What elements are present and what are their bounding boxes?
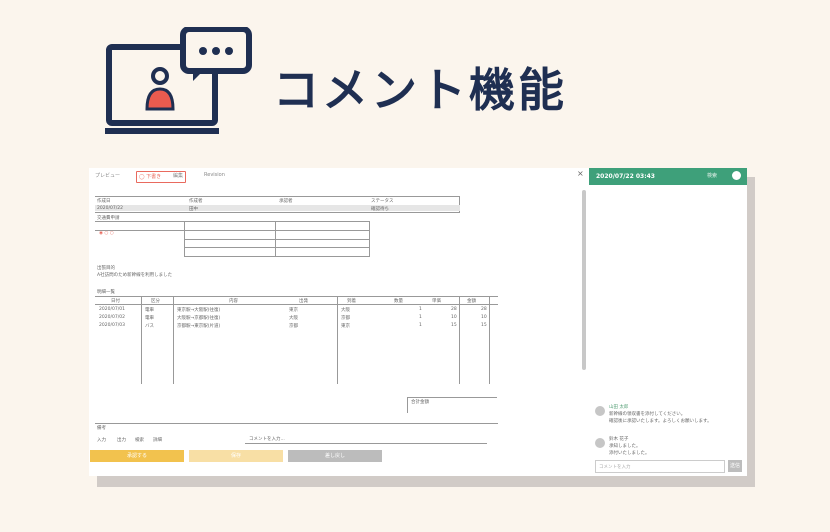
col-created: 作成日 bbox=[97, 199, 111, 204]
row1-date: 2020/07/01 bbox=[99, 307, 125, 312]
th-desc: 内容 bbox=[229, 299, 238, 304]
comment-date: 2020/07/22 03:43 bbox=[596, 173, 655, 180]
row3-price: 15 bbox=[451, 323, 457, 328]
row2-from: 大阪 bbox=[289, 316, 298, 321]
col-status: ステータス bbox=[371, 199, 394, 204]
th-date: 日付 bbox=[111, 299, 120, 304]
close-icon[interactable]: × bbox=[577, 169, 584, 178]
toggle-input[interactable]: 入力 bbox=[97, 437, 106, 443]
col-author: 作成者 bbox=[189, 199, 203, 204]
row1-kind: 電車 bbox=[145, 308, 154, 313]
purpose-label: 出張目的 bbox=[97, 266, 115, 271]
comment-line: 確認後に承認いたします。よろしくお願いします。 bbox=[609, 419, 712, 424]
laptop-user-comment-icon bbox=[105, 27, 252, 134]
row1-price: 28 bbox=[451, 307, 457, 312]
remark-placeholder: コメントを入力... bbox=[249, 437, 285, 442]
page-title: コメント機能 bbox=[273, 63, 567, 117]
row3-qty: 1 bbox=[419, 323, 422, 328]
save-button[interactable]: 保存 bbox=[189, 450, 283, 462]
row3-from: 京都 bbox=[289, 324, 298, 329]
approve-button[interactable]: 承認する bbox=[90, 450, 184, 462]
avatar bbox=[595, 406, 605, 416]
comment-author: 山田 太郎 bbox=[609, 405, 629, 410]
author-value: 田中 bbox=[189, 207, 198, 212]
row2-amount: 10 bbox=[481, 315, 487, 320]
send-button[interactable]: 送信 bbox=[728, 460, 742, 472]
toggle-search[interactable]: 検索 bbox=[135, 437, 144, 443]
comment-line: 新幹線の領収書を添付してください。 bbox=[609, 412, 686, 417]
comment-line: 添付いたしました。 bbox=[609, 451, 650, 456]
remark-label: 備考 bbox=[97, 426, 106, 431]
row2-desc: 大阪駅→京都駅(往復) bbox=[177, 316, 221, 321]
row3-desc: 京都駅→東京駅(片道) bbox=[177, 324, 221, 329]
row3-date: 2020/07/03 bbox=[99, 323, 125, 328]
row1-amount: 28 bbox=[481, 307, 487, 312]
comment-author: 鈴木 花子 bbox=[609, 437, 629, 442]
th-kind: 区分 bbox=[151, 299, 160, 304]
comment-line: 承知しました。 bbox=[609, 444, 641, 449]
avatar bbox=[595, 438, 605, 448]
scrollbar[interactable] bbox=[582, 190, 586, 370]
th-price: 単価 bbox=[432, 299, 441, 304]
row2-date: 2020/07/02 bbox=[99, 315, 125, 320]
hero-banner: コメント機能 bbox=[105, 27, 605, 137]
search-icon[interactable]: 検索 bbox=[707, 172, 717, 179]
row3-amount: 15 bbox=[481, 323, 487, 328]
reject-button[interactable]: 差し戻し bbox=[288, 450, 382, 462]
tab-edit[interactable]: 編集 bbox=[173, 172, 183, 179]
th-to: 到着 bbox=[347, 299, 356, 304]
status-value: 確認待ち bbox=[371, 207, 389, 212]
th-amount: 金額 bbox=[467, 299, 476, 304]
row2-to: 京都 bbox=[341, 316, 350, 321]
tab-revision[interactable]: Revision bbox=[204, 172, 225, 178]
th-from: 出発 bbox=[299, 299, 308, 304]
toggle-detail[interactable]: 詳細 bbox=[153, 437, 162, 443]
tab-draft-label: ◯ 下書き bbox=[139, 174, 162, 180]
row2-price: 10 bbox=[451, 315, 457, 320]
total-label: 合計金額 bbox=[411, 400, 429, 405]
purpose-text: A社訪問のため新幹線を利用しました bbox=[97, 273, 173, 278]
document-window: プレビュー ◯ 下書き 編集 Revision × 作成日 作成者 承認者 ステ… bbox=[89, 168, 589, 476]
th-qty: 数量 bbox=[394, 299, 403, 304]
toggle-output[interactable]: 出力 bbox=[117, 437, 126, 443]
created-value: 2020/07/22 bbox=[97, 206, 123, 211]
radio-option-icon[interactable]: ◉ ○ ○ bbox=[99, 231, 114, 236]
row1-desc: 東京駅→大阪駅(往復) bbox=[177, 308, 221, 313]
tab-preview[interactable]: プレビュー bbox=[95, 172, 120, 179]
menu-icon[interactable] bbox=[732, 171, 741, 180]
row1-qty: 1 bbox=[419, 307, 422, 312]
row2-qty: 1 bbox=[419, 315, 422, 320]
row3-to: 東京 bbox=[341, 324, 350, 329]
comment-panel-header: 2020/07/22 03:43 検索 bbox=[589, 168, 747, 185]
comment-input[interactable]: コメントを入力 bbox=[595, 460, 725, 473]
remark-input[interactable]: コメントを入力... bbox=[245, 434, 487, 444]
row1-to: 大阪 bbox=[341, 308, 350, 313]
row3-kind: バス bbox=[145, 324, 154, 329]
detail-section-title: 明細一覧 bbox=[97, 290, 115, 295]
comment-input-placeholder: コメントを入力 bbox=[599, 465, 631, 470]
row2-kind: 電車 bbox=[145, 316, 154, 321]
col-approver: 承認者 bbox=[279, 199, 293, 204]
row1-from: 東京 bbox=[289, 308, 298, 313]
comment-panel: 2020/07/22 03:43 検索 山田 太郎 新幹線の領収書を添付してくだ… bbox=[589, 168, 747, 476]
